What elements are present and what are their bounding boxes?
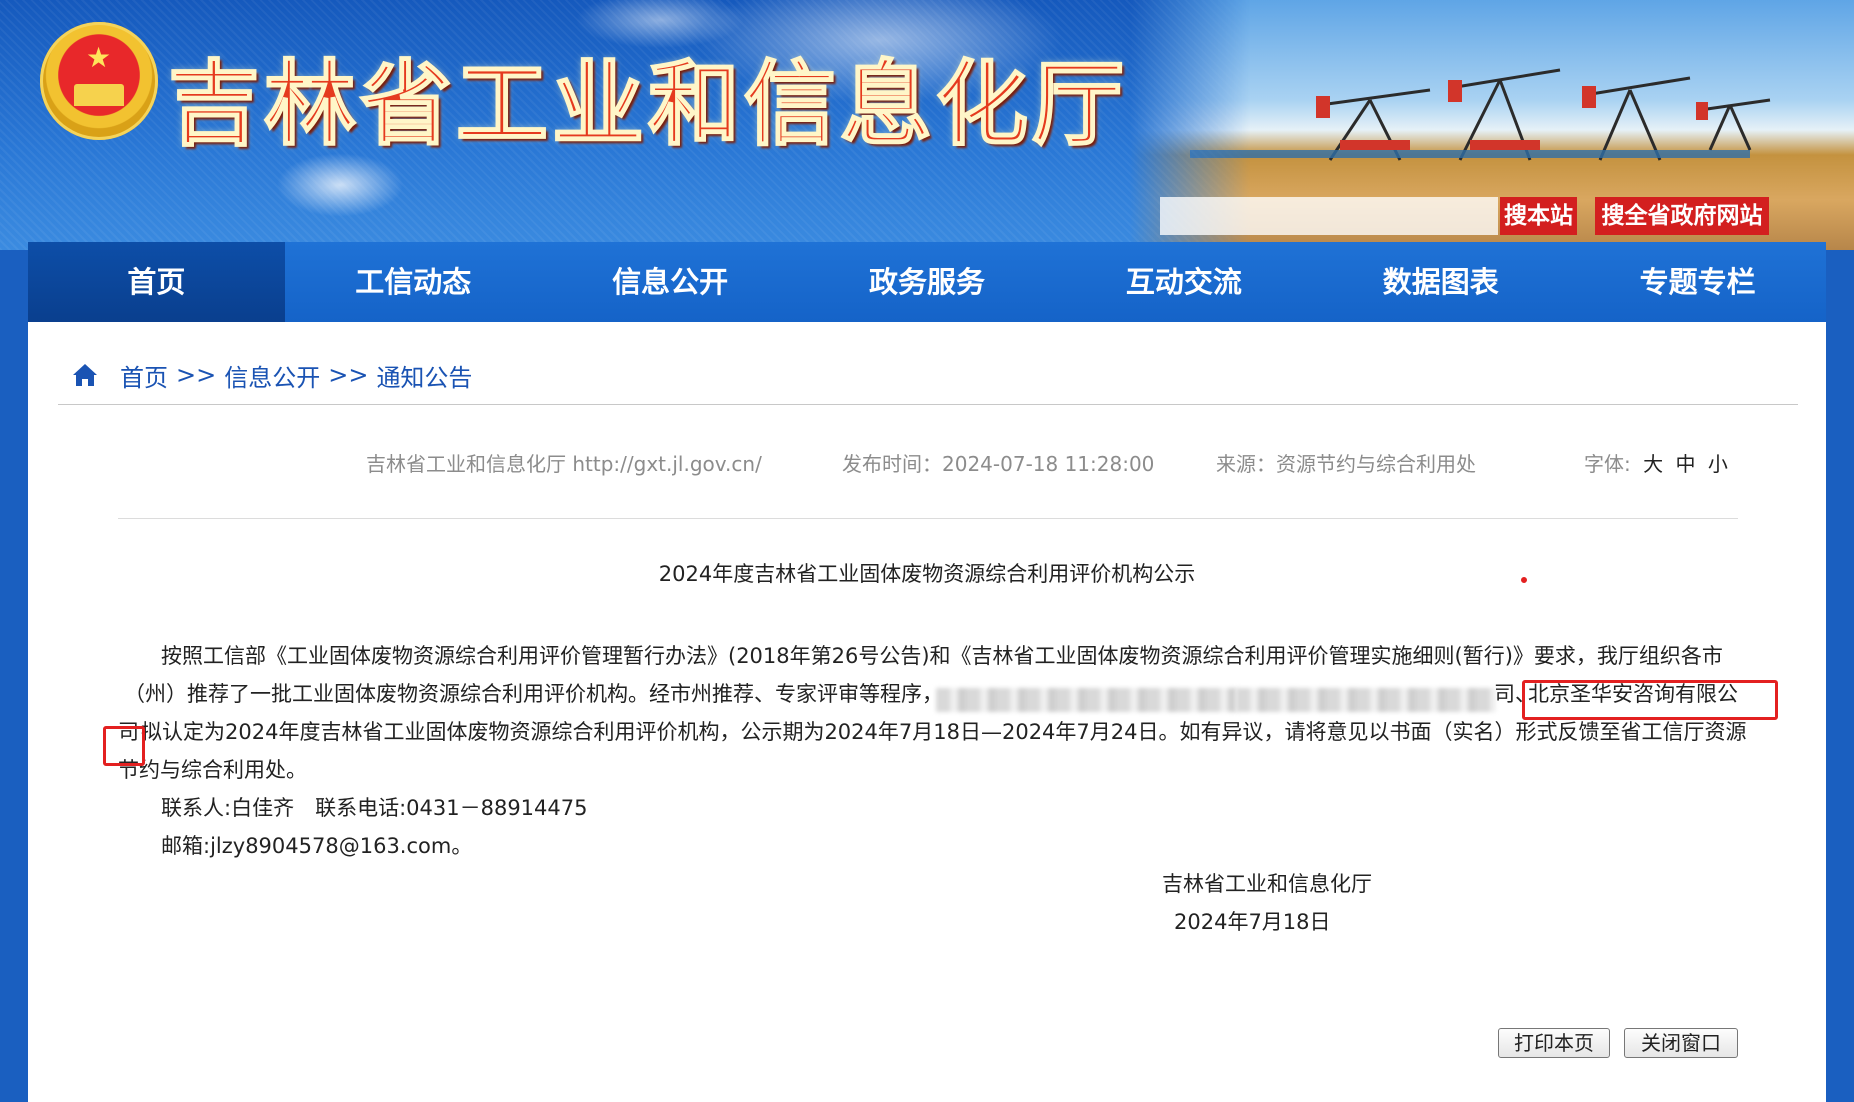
meta-divider [118, 518, 1738, 519]
contact-info: 联系人:白佳齐 联系电话:0431－88914475 [161, 796, 588, 820]
meta-site: 吉林省工业和信息化厅 http://gxt.jl.gov.cn/ [366, 452, 762, 476]
nav-item-data-charts[interactable]: 数据图表 [1312, 242, 1569, 322]
article-line-3: 拟认定为2024年度吉林省工业固体废物资源综合利用评价机构，公示期为2024年7… [141, 720, 1747, 744]
font-size-small[interactable]: 小 [1708, 452, 1728, 476]
signature-org: 吉林省工业和信息化厅 [1162, 872, 1372, 896]
search-gov-button[interactable]: 搜全省政府网站 [1595, 197, 1769, 235]
nav-item-home[interactable]: 首页 [28, 242, 285, 322]
search-input[interactable] [1160, 197, 1498, 235]
breadcrumb: 首页 >> 信息公开 >> 通知公告 [72, 358, 472, 392]
font-size-medium[interactable]: 中 [1675, 452, 1695, 476]
breadcrumb-info-link[interactable]: 信息公开 [224, 358, 320, 393]
search-site-button[interactable]: 搜本站 [1500, 197, 1577, 235]
nav-item-news[interactable]: 工信动态 [285, 242, 542, 322]
close-window-button[interactable]: 关闭窗口 [1624, 1028, 1738, 1058]
highlight-box [1522, 680, 1778, 720]
content-panel: 首页 >> 信息公开 >> 通知公告 吉林省工业和信息化厅 http://gxt… [28, 322, 1826, 1102]
redacted-text [936, 688, 1236, 712]
signature-date: 2024年7月18日 [1174, 910, 1331, 934]
highlight-box [103, 726, 145, 766]
contact-email: 邮箱:jlzy8904578@163.com。 [161, 834, 473, 858]
breadcrumb-separator: >> [176, 361, 217, 389]
font-size-large[interactable]: 大 [1643, 452, 1663, 476]
site-banner: ★ 吉林省工业和信息化厅 搜本站 搜全省政府网站 [0, 0, 1854, 250]
redacted-text [1236, 688, 1496, 712]
font-size-label: 字体: [1584, 452, 1631, 476]
print-button[interactable]: 打印本页 [1498, 1028, 1610, 1058]
breadcrumb-divider [58, 404, 1798, 405]
meta-source: 来源：资源节约与综合利用处 [1216, 452, 1476, 476]
nav-item-info-disclosure[interactable]: 信息公开 [542, 242, 799, 322]
site-title: 吉林省工业和信息化厅 [167, 49, 1129, 159]
main-nav: 首页 工信动态 信息公开 政务服务 互动交流 数据图表 专题专栏 [28, 242, 1826, 322]
nav-item-gov-services[interactable]: 政务服务 [799, 242, 1056, 322]
article-line-4: 节约与综合利用处。 [118, 758, 307, 782]
breadcrumb-notice-link[interactable]: 通知公告 [376, 358, 472, 393]
meta-publish-time: 发布时间：2024-07-18 11:28:00 [842, 452, 1155, 476]
home-icon [73, 364, 97, 386]
article-line-1: 按照工信部《工业固体废物资源综合利用评价管理暂行办法》(2018年第26号公告)… [161, 644, 1723, 668]
font-size-control: 字体: 大 中 小 [1584, 448, 1728, 477]
national-emblem-icon: ★ [40, 22, 158, 140]
breadcrumb-separator: >> [328, 361, 369, 389]
nav-item-interaction[interactable]: 互动交流 [1055, 242, 1312, 322]
breadcrumb-home-link[interactable]: 首页 [120, 358, 168, 393]
article-title: 2024年度吉林省工业固体废物资源综合利用评价机构公示 [658, 562, 1196, 586]
nav-item-special-topics[interactable]: 专题专栏 [1569, 242, 1826, 322]
article-line-2: （州）推荐了一批工业固体废物资源综合利用评价机构。经市州推荐、专家评审等程序， [124, 682, 943, 706]
